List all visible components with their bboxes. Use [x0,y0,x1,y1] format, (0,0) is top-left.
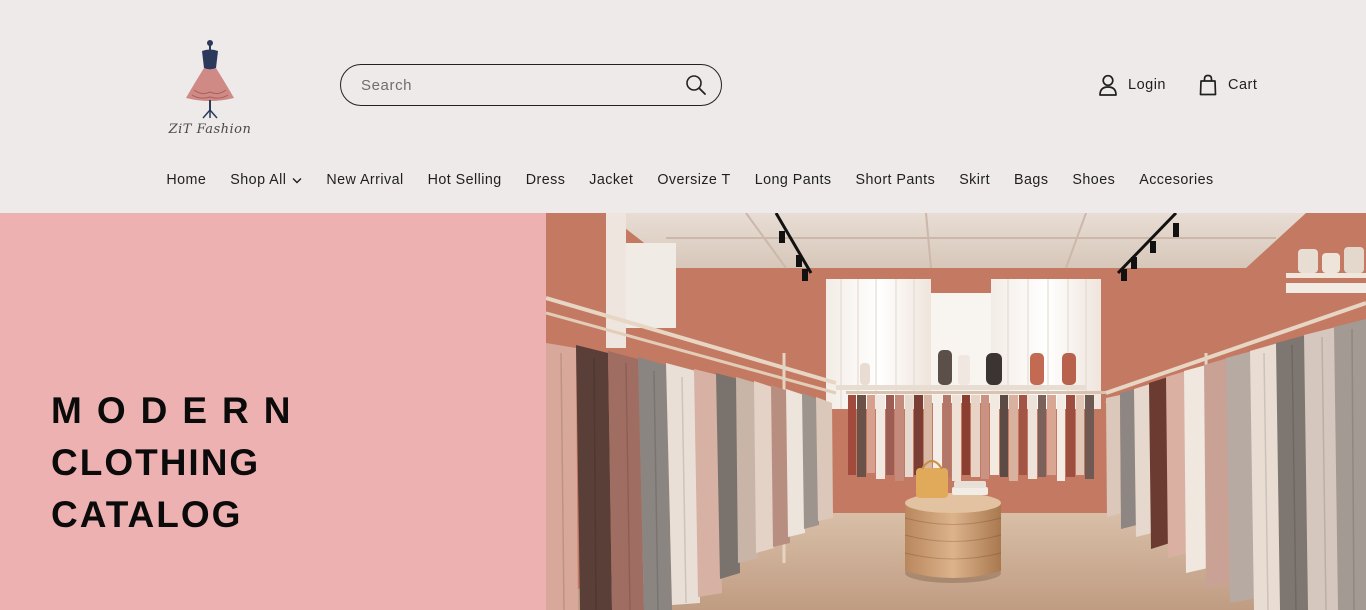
clothing-store-illustration [546,213,1366,610]
cart-label: Cart [1228,77,1258,93]
chevron-down-icon [292,177,302,184]
nav-item-short-pants[interactable]: Short Pants [856,172,936,188]
main-navigation: Home Shop All New Arrival Hot Selling Dr… [0,168,1366,192]
hero-title: MODERN CLOTHING CATALOG [51,385,305,541]
site-header: ZiT Fashion Login Cart Home Shop All [0,0,1366,213]
login-link[interactable]: Login [1098,74,1166,96]
nav-item-label: Shop All [230,172,287,188]
shopping-bag-icon [1199,74,1217,96]
nav-item-new-arrival[interactable]: New Arrival [326,172,403,188]
search-icon[interactable] [685,74,707,96]
hero-title-line-3: CATALOG [51,494,243,535]
brand-logo[interactable]: ZiT Fashion [160,38,260,142]
hero-title-line-2: CLOTHING [51,442,261,483]
nav-item-jacket[interactable]: Jacket [589,172,633,188]
hero-text-panel: MODERN CLOTHING CATALOG [0,213,546,610]
nav-item-hot-selling[interactable]: Hot Selling [428,172,502,188]
nav-item-bags[interactable]: Bags [1014,172,1048,188]
login-label: Login [1128,77,1166,93]
nav-item-skirt[interactable]: Skirt [959,172,990,188]
nav-item-oversize-t[interactable]: Oversize T [657,172,730,188]
hero-title-line-1: MODERN [51,390,306,431]
dress-mannequin-icon [186,40,234,119]
nav-item-accesories[interactable]: Accesories [1139,172,1213,188]
nav-item-dress[interactable]: Dress [526,172,566,188]
brand-name: ZiT Fashion [168,122,252,137]
nav-item-home[interactable]: Home [166,172,206,188]
nav-item-shop-all[interactable]: Shop All [230,172,302,188]
hero-image [546,213,1366,610]
search-bar[interactable] [340,64,722,106]
nav-item-shoes[interactable]: Shoes [1072,172,1115,188]
user-icon [1099,74,1117,96]
hero-banner: MODERN CLOTHING CATALOG [0,213,1366,610]
search-input[interactable] [361,76,685,94]
cart-link[interactable]: Cart [1198,74,1257,96]
nav-item-long-pants[interactable]: Long Pants [755,172,832,188]
